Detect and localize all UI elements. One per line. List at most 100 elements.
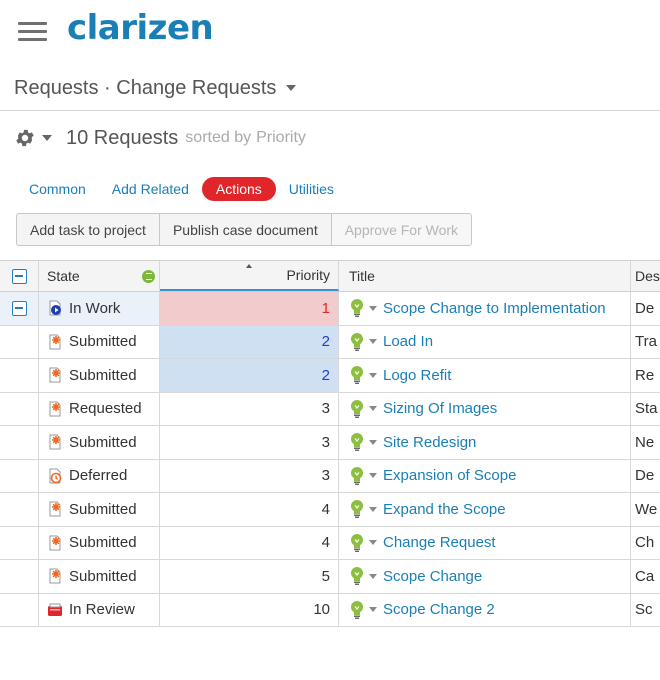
table-row[interactable]: Requested 3 Sizing Of Images Sta xyxy=(0,392,660,426)
column-header-state[interactable]: State xyxy=(39,261,160,291)
lightbulb-icon[interactable] xyxy=(349,600,365,620)
priority-cell[interactable]: 4 xyxy=(160,493,339,526)
chevron-down-icon[interactable] xyxy=(369,339,377,345)
filter-icon[interactable] xyxy=(142,269,155,283)
chevron-down-icon[interactable] xyxy=(369,506,377,512)
title-link[interactable]: Scope Change to Implementation xyxy=(383,300,606,317)
description-cell[interactable]: De xyxy=(631,460,660,493)
table-row[interactable]: In Work 1 Scope Change to Implementation De xyxy=(0,292,660,326)
title-link[interactable]: Sizing Of Images xyxy=(383,400,497,417)
add-task-to-project-button[interactable]: Add task to project xyxy=(16,213,159,246)
tab-common[interactable]: Common xyxy=(16,177,99,201)
priority-cell[interactable]: 3 xyxy=(160,426,339,459)
description-cell[interactable]: We xyxy=(631,493,660,526)
priority-value: 2 xyxy=(321,366,330,384)
priority-cell[interactable]: 1 xyxy=(160,292,339,325)
description-cell[interactable]: Ch xyxy=(631,527,660,560)
table-row[interactable]: Submitted 5 Scope Change Ca xyxy=(0,560,660,594)
title-link[interactable]: Scope Change 2 xyxy=(383,601,495,618)
row-select-cell xyxy=(0,325,39,358)
priority-value: 1 xyxy=(321,299,330,317)
row-checkbox[interactable] xyxy=(11,300,27,316)
priority-cell[interactable]: 5 xyxy=(160,560,339,593)
title-link[interactable]: Logo Refit xyxy=(383,367,451,384)
priority-cell[interactable]: 4 xyxy=(160,526,339,559)
lightbulb-icon[interactable] xyxy=(349,566,365,586)
lightbulb-icon[interactable] xyxy=(349,432,365,452)
state-cell[interactable]: Submitted xyxy=(39,526,160,559)
sorted-by-label: sorted by xyxy=(185,129,252,146)
lightbulb-icon[interactable] xyxy=(349,466,365,486)
title-cell: Scope Change 2 xyxy=(339,593,631,626)
table-row[interactable]: In Review 10 Scope Change 2 Sc xyxy=(0,593,660,627)
state-cell[interactable]: In Review xyxy=(39,593,160,626)
state-cell[interactable]: Deferred xyxy=(39,459,160,492)
table-row[interactable]: Submitted 2 Load In Tra xyxy=(0,325,660,359)
priority-cell[interactable]: 3 xyxy=(160,459,339,492)
chevron-down-icon[interactable] xyxy=(369,540,377,546)
state-cell[interactable]: Submitted xyxy=(39,560,160,593)
title-link[interactable]: Load In xyxy=(383,333,433,350)
sort-field[interactable]: Priority xyxy=(256,129,306,147)
select-all-checkbox[interactable] xyxy=(11,268,27,284)
chevron-down-icon[interactable] xyxy=(369,573,377,579)
description-cell[interactable]: Re xyxy=(631,359,660,392)
publish-case-document-button[interactable]: Publish case document xyxy=(158,213,331,246)
table-row[interactable]: Submitted 4 Expand the Scope We xyxy=(0,493,660,527)
lightbulb-icon[interactable] xyxy=(349,298,365,318)
column-header-title[interactable]: Title xyxy=(339,261,631,291)
hamburger-menu-icon[interactable] xyxy=(18,22,47,42)
state-cell[interactable]: Submitted xyxy=(39,426,160,459)
chevron-down-icon[interactable] xyxy=(369,607,377,613)
tab-actions[interactable]: Actions xyxy=(201,177,276,201)
table-row[interactable]: Submitted 3 Site Redesign Ne xyxy=(0,426,660,460)
title-link[interactable]: Scope Change xyxy=(383,568,482,585)
chevron-down-icon[interactable] xyxy=(369,305,377,311)
breadcrumb[interactable]: Requests · Change Requests xyxy=(14,74,297,102)
chevron-down-icon[interactable] xyxy=(42,135,52,141)
title-link[interactable]: Change Request xyxy=(383,534,496,551)
chevron-down-icon[interactable] xyxy=(369,473,377,479)
chevron-down-icon[interactable] xyxy=(369,372,377,378)
description-value: Ca xyxy=(635,567,655,585)
priority-cell[interactable]: 3 xyxy=(160,392,339,425)
column-header-priority[interactable]: Priority xyxy=(160,261,339,291)
submitted-icon xyxy=(47,434,63,450)
clarizen-logo[interactable]: clarizen xyxy=(67,8,214,48)
chevron-down-icon[interactable] xyxy=(369,406,377,412)
state-cell[interactable]: Submitted xyxy=(39,325,160,358)
priority-cell[interactable]: 2 xyxy=(160,325,339,358)
title-link[interactable]: Expand the Scope xyxy=(383,501,506,518)
table-row[interactable]: Deferred 3 Expansion of Scope De xyxy=(0,459,660,493)
description-cell[interactable]: Ca xyxy=(631,560,660,593)
lightbulb-icon[interactable] xyxy=(349,499,365,519)
lightbulb-icon[interactable] xyxy=(349,365,365,385)
priority-cell[interactable]: 10 xyxy=(160,593,339,626)
title-link[interactable]: Expansion of Scope xyxy=(383,467,516,484)
state-cell[interactable]: Submitted xyxy=(39,359,160,392)
title-link[interactable]: Site Redesign xyxy=(383,434,476,451)
tab-add-related[interactable]: Add Related xyxy=(99,177,202,201)
description-cell[interactable]: Sc xyxy=(631,594,660,627)
state-cell[interactable]: Requested xyxy=(39,392,160,425)
table-row[interactable]: Submitted 2 Logo Refit Re xyxy=(0,359,660,393)
lightbulb-icon[interactable] xyxy=(349,399,365,419)
row-select-cell xyxy=(0,593,39,626)
column-header-description[interactable]: Des xyxy=(631,261,660,291)
row-select-cell xyxy=(0,359,39,392)
gear-icon[interactable] xyxy=(14,125,40,151)
description-cell[interactable]: Tra xyxy=(631,326,660,359)
state-cell[interactable]: In Work xyxy=(39,292,160,325)
description-cell[interactable]: Ne xyxy=(631,426,660,459)
approve-for-work-button[interactable]: Approve For Work xyxy=(330,213,473,246)
description-cell[interactable]: Sta xyxy=(631,393,660,426)
lightbulb-icon[interactable] xyxy=(349,533,365,553)
priority-cell[interactable]: 2 xyxy=(160,359,339,392)
title-cell: Expansion of Scope xyxy=(339,459,631,492)
lightbulb-icon[interactable] xyxy=(349,332,365,352)
tab-utilities[interactable]: Utilities xyxy=(276,177,347,201)
table-row[interactable]: Submitted 4 Change Request Ch xyxy=(0,526,660,560)
state-cell[interactable]: Submitted xyxy=(39,493,160,526)
description-cell[interactable]: De xyxy=(631,292,660,325)
chevron-down-icon[interactable] xyxy=(369,439,377,445)
